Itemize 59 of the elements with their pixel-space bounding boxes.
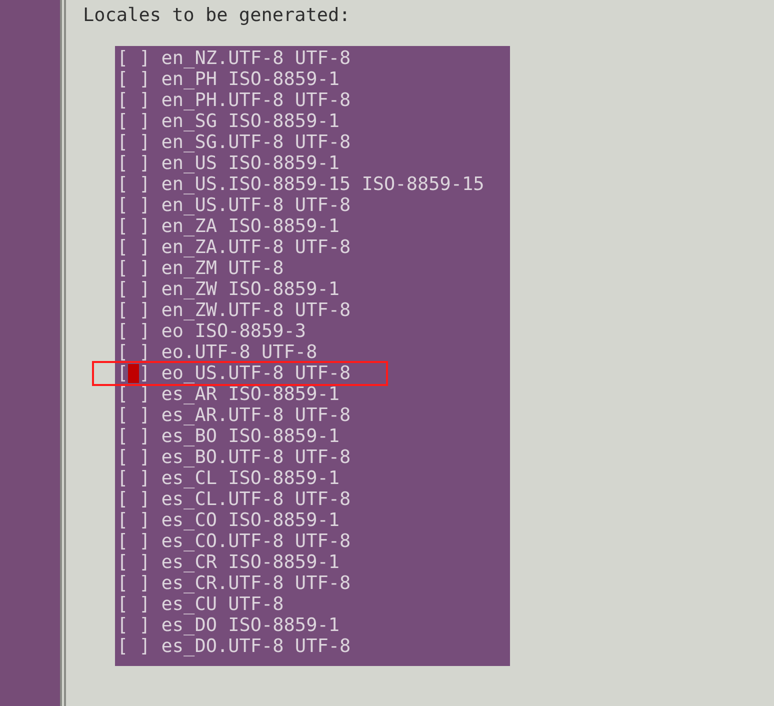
checkbox[interactable]: [ ]	[117, 132, 150, 153]
checkbox[interactable]: [ ]	[117, 216, 150, 237]
checkbox[interactable]: [ ]	[117, 342, 150, 363]
checkbox[interactable]: [ ]	[117, 447, 150, 468]
locale-label: es_CR.UTF-8 UTF-8	[161, 573, 351, 594]
locale-label: en_ZA ISO-8859-1	[161, 216, 340, 237]
checkbox[interactable]: [ ]	[117, 111, 150, 132]
dialog-title: Locales to be generated:	[83, 4, 352, 28]
checkbox[interactable]: [ ]	[117, 468, 150, 489]
locale-label: es_CO ISO-8859-1	[161, 510, 340, 531]
checkbox[interactable]: [ ]	[117, 258, 150, 279]
checkbox[interactable]: [ ]	[117, 153, 150, 174]
checkbox[interactable]: [ ]	[117, 48, 150, 69]
locale-label: en_ZW.UTF-8 UTF-8	[161, 300, 351, 321]
locale-label: es_BO ISO-8859-1	[161, 426, 340, 447]
locale-label: en_ZM UTF-8	[161, 258, 284, 279]
checkbox[interactable]: [ ]	[117, 615, 150, 636]
checkbox[interactable]: [ ]	[117, 594, 150, 615]
locale-label: en_ZA.UTF-8 UTF-8	[161, 237, 351, 258]
locale-label: es_AR.UTF-8 UTF-8	[161, 405, 351, 426]
checkbox[interactable]: [ ]	[117, 237, 150, 258]
locale-label: es_CU UTF-8	[161, 594, 284, 615]
checkbox[interactable]: [ ]	[117, 321, 150, 342]
locale-label: en_SG ISO-8859-1	[161, 111, 340, 132]
checkbox[interactable]: [ ]	[117, 384, 150, 405]
checkbox[interactable]: [ ]	[117, 195, 150, 216]
checkbox[interactable]: [ ]	[117, 636, 150, 657]
locale-label: en_US ISO-8859-1	[161, 153, 340, 174]
locale-label: en_PH.UTF-8 UTF-8	[161, 90, 351, 111]
locale-label: es_DO ISO-8859-1	[161, 615, 340, 636]
checkbox[interactable]: [ ]	[117, 69, 150, 90]
locale-label: eo.UTF-8 UTF-8	[161, 342, 318, 363]
locale-label: en_PH ISO-8859-1	[161, 69, 340, 90]
locale-label: en_US.ISO-8859-15 ISO-8859-15	[161, 174, 484, 195]
locale-label: eo_US.UTF-8 UTF-8	[161, 363, 351, 384]
checkbox[interactable]: [ ]	[117, 405, 150, 426]
checkbox[interactable]: [ ]	[117, 300, 150, 321]
checkbox[interactable]: [ ]	[117, 363, 150, 384]
locale-label: en_US.UTF-8 UTF-8	[161, 195, 351, 216]
locale-label: es_CR ISO-8859-1	[161, 552, 340, 573]
locale-label: es_AR ISO-8859-1	[161, 384, 340, 405]
locale-label: es_CO.UTF-8 UTF-8	[161, 531, 351, 552]
locale-label: es_CL ISO-8859-1	[161, 468, 340, 489]
checkbox[interactable]: [ ]	[117, 510, 150, 531]
checkbox[interactable]: [ ]	[117, 174, 150, 195]
checkbox[interactable]: [ ]	[117, 279, 150, 300]
locale-label: en_NZ.UTF-8 UTF-8	[161, 48, 351, 69]
checkbox[interactable]: [ ]	[117, 552, 150, 573]
locale-label: en_SG.UTF-8 UTF-8	[161, 132, 351, 153]
checkbox[interactable]: [ ]	[117, 90, 150, 111]
checkbox[interactable]: [ ]	[117, 426, 150, 447]
locale-label: en_ZW ISO-8859-1	[161, 279, 340, 300]
checkbox[interactable]: [ ]	[117, 489, 150, 510]
locale-label: es_CL.UTF-8 UTF-8	[161, 489, 351, 510]
locale-label: es_BO.UTF-8 UTF-8	[161, 447, 351, 468]
locale-label: eo ISO-8859-3	[161, 321, 306, 342]
checkbox[interactable]: [ ]	[117, 573, 150, 594]
checkbox[interactable]: [ ]	[117, 531, 150, 552]
locale-label: es_DO.UTF-8 UTF-8	[161, 636, 351, 657]
